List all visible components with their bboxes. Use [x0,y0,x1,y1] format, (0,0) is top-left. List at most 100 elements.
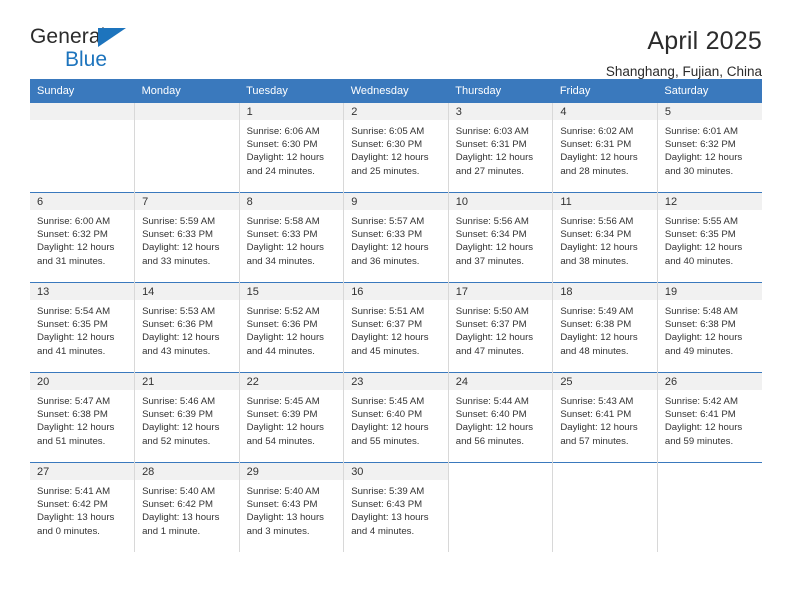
daylight-text-line1: Daylight: 12 hours [142,422,220,434]
daylight-text-line1: Daylight: 12 hours [664,422,743,434]
daylight-text-line2: and 3 minutes. [246,525,310,537]
weekday-header-tuesday: Tuesday [239,79,344,103]
daylight-text-line1: Daylight: 12 hours [246,152,324,164]
sunrise-text: Sunrise: 5:45 AM [351,396,425,407]
daylight-text-line2: and 48 minutes. [560,345,629,357]
calendar-day-cell[interactable]: 7 Sunrise: 5:59 AM Sunset: 6:33 PM Daylight… [134,192,240,283]
day-sun-info: Sunrise: 5:44 AM Sunset: 6:40 PM Daylight:… [449,390,553,448]
calendar-day-cell[interactable]: 1 Sunrise: 6:06 AM Sunset: 6:30 PM Daylight… [239,103,345,193]
calendar-day-cell[interactable]: 13 Sunrise: 5:54 AM Sunset: 6:35 PM Dayligh… [30,282,136,373]
day-sun-info: Sunrise: 6:01 AM Sunset: 6:32 PM Daylight:… [658,120,762,178]
sunrise-text: Sunrise: 6:00 AM [37,216,111,227]
sunset-text: Sunset: 6:31 PM [455,139,527,151]
sunrise-text: Sunrise: 5:54 AM [37,306,111,317]
day-number: 12 [657,193,762,210]
daylight-text-line2: and 34 minutes. [246,255,315,267]
calendar-week-row: 1 Sunrise: 6:06 AM Sunset: 6:30 PM Daylight… [30,103,762,193]
sunset-text: Sunset: 6:36 PM [142,319,213,331]
daylight-text-line1: Daylight: 12 hours [246,242,324,254]
sunset-text: Sunset: 6:37 PM [351,319,423,331]
day-sun-info: Sunrise: 5:51 AM Sunset: 6:37 PM Daylight:… [344,300,448,358]
day-sun-info: Sunrise: 5:56 AM Sunset: 6:34 PM Daylight:… [553,210,657,268]
calendar-day-cell[interactable]: 25 Sunrise: 5:43 AM Sunset: 6:41 PM Dayligh… [552,372,658,463]
calendar-day-cell[interactable]: 20 Sunrise: 5:47 AM Sunset: 6:38 PM Dayligh… [30,372,136,463]
day-number: 25 [553,373,657,390]
calendar-day-cell[interactable]: 19 Sunrise: 5:48 AM Sunset: 6:38 PM Dayligh… [657,282,762,373]
calendar-day-cell[interactable]: 6 Sunrise: 6:00 AM Sunset: 6:32 PM Daylight… [30,192,136,283]
daylight-text-line2: and 43 minutes. [142,345,211,357]
sunset-text: Sunset: 6:36 PM [246,319,318,331]
calendar-day-cell[interactable]: 30 Sunrise: 5:39 AM Sunset: 6:43 PM Dayligh… [343,462,449,552]
day-sun-info: Sunrise: 5:57 AM Sunset: 6:33 PM Daylight:… [344,210,448,268]
calendar-day-cell-empty [657,462,762,552]
calendar-day-cell[interactable]: 21 Sunrise: 5:46 AM Sunset: 6:39 PM Dayligh… [134,372,240,463]
calendar-day-cell[interactable]: 23 Sunrise: 5:45 AM Sunset: 6:40 PM Dayligh… [343,372,449,463]
calendar-day-cell[interactable]: 12 Sunrise: 5:55 AM Sunset: 6:35 PM Dayligh… [657,192,762,283]
calendar-day-cell[interactable]: 27 Sunrise: 5:41 AM Sunset: 6:42 PM Dayligh… [30,462,136,552]
calendar-day-cell[interactable]: 29 Sunrise: 5:40 AM Sunset: 6:43 PM Dayligh… [239,462,345,552]
daylight-text-line2: and 47 minutes. [455,345,525,357]
calendar-day-cell[interactable]: 10 Sunrise: 5:56 AM Sunset: 6:34 PM Dayligh… [448,192,554,283]
calendar-day-cell[interactable]: 18 Sunrise: 5:49 AM Sunset: 6:38 PM Dayligh… [552,282,658,373]
daylight-text-line1: Daylight: 12 hours [37,332,115,344]
calendar-day-cell[interactable]: 16 Sunrise: 5:51 AM Sunset: 6:37 PM Dayligh… [343,282,449,373]
day-sun-info: Sunrise: 6:02 AM Sunset: 6:31 PM Daylight:… [553,120,657,178]
daylight-text-line1: Daylight: 13 hours [246,512,324,524]
daylight-text-line1: Daylight: 12 hours [351,422,429,434]
day-number: 15 [239,283,344,300]
calendar-day-cell[interactable]: 8 Sunrise: 5:58 AM Sunset: 6:33 PM Daylight… [239,192,345,283]
day-sun-info: Sunrise: 5:59 AM Sunset: 6:33 PM Daylight:… [135,210,239,268]
daylight-text-line1: Daylight: 12 hours [560,152,638,164]
daylight-text-line1: Daylight: 12 hours [455,332,534,344]
day-number: 29 [239,463,344,480]
day-number: 20 [30,373,135,390]
daylight-text-line2: and 51 minutes. [37,435,106,447]
sunset-text: Sunset: 6:40 PM [351,409,423,421]
day-sun-info: Sunrise: 6:06 AM Sunset: 6:30 PM Daylight:… [240,120,344,178]
sunrise-text: Sunrise: 5:47 AM [37,396,111,407]
day-number: 23 [344,373,448,390]
day-number [30,103,135,120]
calendar-day-cell-empty [448,462,554,552]
sunrise-text: Sunrise: 5:58 AM [246,216,320,227]
calendar-day-cell[interactable]: 14 Sunrise: 5:53 AM Sunset: 6:36 PM Dayligh… [134,282,240,373]
day-sun-info: Sunrise: 5:40 AM Sunset: 6:43 PM Daylight:… [240,480,344,538]
sunrise-sunset-calendar: Sunday Monday Tuesday Wednesday Thursday… [30,79,762,552]
calendar-day-cell[interactable]: 2 Sunrise: 6:05 AM Sunset: 6:30 PM Daylight… [343,103,449,193]
sunset-text: Sunset: 6:35 PM [664,229,736,241]
calendar-day-cell[interactable]: 5 Sunrise: 6:01 AM Sunset: 6:32 PM Daylight… [657,103,762,193]
sunrise-text: Sunrise: 5:51 AM [351,306,425,317]
calendar-day-cell[interactable]: 9 Sunrise: 5:57 AM Sunset: 6:33 PM Daylight… [343,192,449,283]
calendar-day-cell[interactable]: 4 Sunrise: 6:02 AM Sunset: 6:31 PM Daylight… [552,103,658,193]
general-blue-logo[interactable]: General Blue [30,26,160,72]
daylight-text-line1: Daylight: 12 hours [664,242,743,254]
sunset-text: Sunset: 6:30 PM [246,139,318,151]
sunset-text: Sunset: 6:40 PM [455,409,527,421]
calendar-day-cell[interactable]: 15 Sunrise: 5:52 AM Sunset: 6:36 PM Dayligh… [239,282,345,373]
calendar-week-row: 27 Sunrise: 5:41 AM Sunset: 6:42 PM Dayligh… [30,462,762,552]
daylight-text-line1: Daylight: 12 hours [455,152,534,164]
calendar-day-cell[interactable]: 26 Sunrise: 5:42 AM Sunset: 6:41 PM Dayligh… [657,372,762,463]
calendar-day-cell[interactable]: 28 Sunrise: 5:40 AM Sunset: 6:42 PM Dayligh… [134,462,240,552]
day-sun-info: Sunrise: 5:50 AM Sunset: 6:37 PM Daylight:… [449,300,553,358]
calendar-day-cell[interactable]: 11 Sunrise: 5:56 AM Sunset: 6:34 PM Dayligh… [552,192,658,283]
calendar-day-cell[interactable]: 24 Sunrise: 5:44 AM Sunset: 6:40 PM Dayligh… [448,372,554,463]
sunrise-text: Sunrise: 5:48 AM [664,306,738,317]
calendar-day-cell[interactable]: 22 Sunrise: 5:45 AM Sunset: 6:39 PM Dayligh… [239,372,345,463]
daylight-text-line1: Daylight: 12 hours [560,242,638,254]
calendar-day-cell[interactable]: 17 Sunrise: 5:50 AM Sunset: 6:37 PM Dayligh… [448,282,554,373]
weekday-header-saturday: Saturday [657,79,762,103]
sunrise-text: Sunrise: 6:05 AM [351,126,425,137]
daylight-text-line1: Daylight: 12 hours [455,242,534,254]
daylight-text-line1: Daylight: 12 hours [560,422,638,434]
calendar-day-cell[interactable]: 3 Sunrise: 6:03 AM Sunset: 6:31 PM Daylight… [448,103,554,193]
day-number [135,103,239,120]
day-sun-info: Sunrise: 5:47 AM Sunset: 6:38 PM Daylight:… [30,390,134,448]
sunset-text: Sunset: 6:33 PM [351,229,423,241]
logo-text-general: General [30,25,106,48]
day-number: 14 [135,283,239,300]
day-number: 9 [344,193,448,210]
day-sun-info: Sunrise: 5:42 AM Sunset: 6:41 PM Daylight:… [658,390,762,448]
logo-triangle-icon [98,28,126,47]
daylight-text-line2: and 1 minute. [142,525,201,537]
